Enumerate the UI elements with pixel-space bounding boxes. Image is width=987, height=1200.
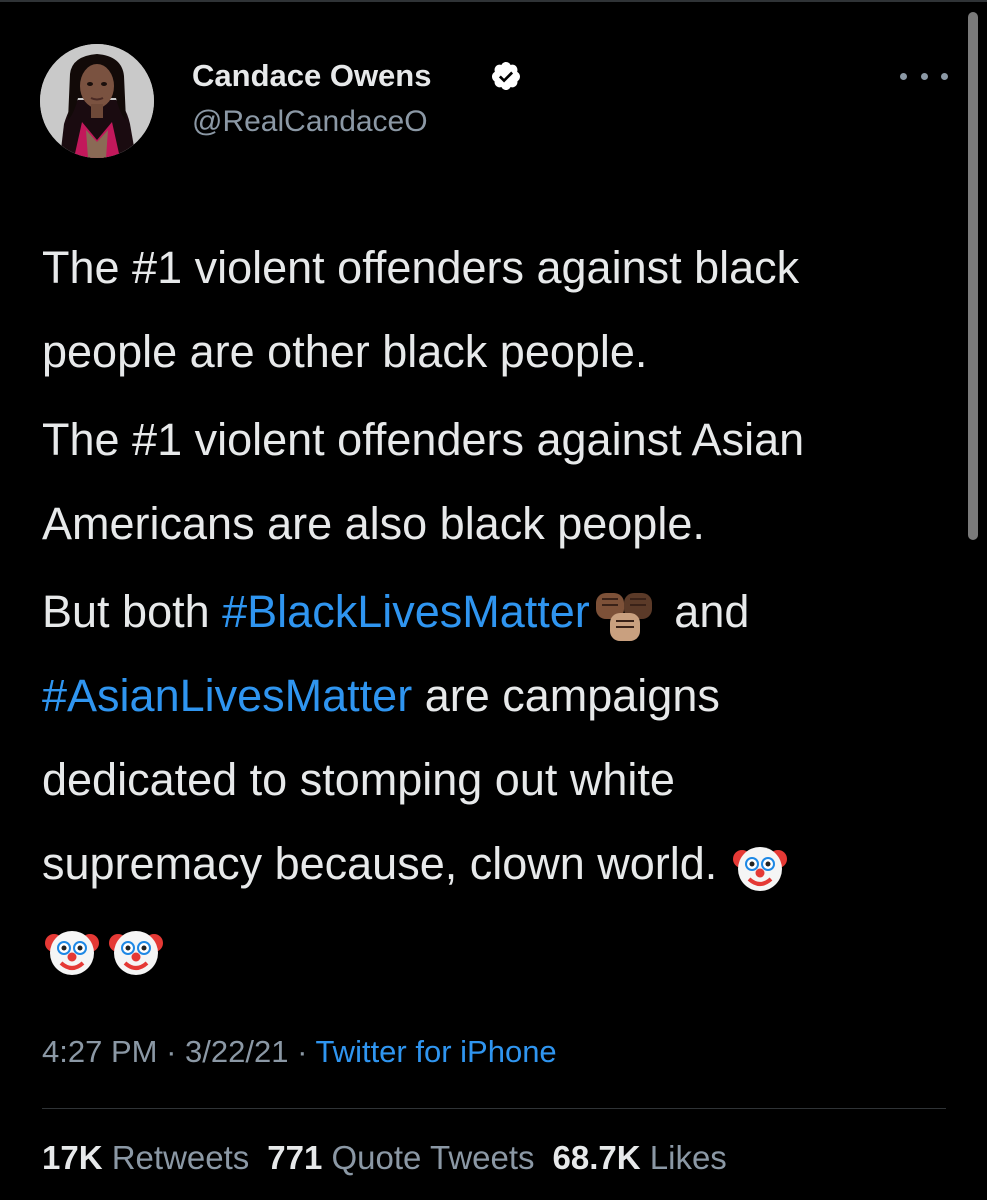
paragraph-2: The #1 violent offenders against Asian A… (42, 398, 962, 566)
user-handle[interactable]: @RealCandaceO (192, 102, 428, 142)
ellipsis-icon (900, 72, 907, 80)
clown-face-icon (45, 931, 99, 976)
more-options-button[interactable] (900, 62, 948, 90)
text-line: supremacy because, clown world. (42, 822, 962, 906)
quote-tweets-stat[interactable]: 771 Quote Tweets (267, 1139, 534, 1176)
tweet-text: The #1 violent offenders against black p… (42, 226, 962, 994)
paragraph-1: The #1 violent offenders against black p… (42, 226, 962, 394)
retweets-count: 17K (42, 1139, 103, 1176)
paragraph-3: But both #BlackLivesMatter and #AsianLiv… (42, 570, 962, 990)
clown-face-icon (109, 931, 163, 976)
tweet-meta: 4:27 PM · 3/22/21 · Twitter for iPhone (42, 1030, 557, 1074)
text-line: The #1 violent offenders against black (42, 242, 800, 293)
text-line: The #1 violent offenders against Asian (42, 414, 805, 465)
likes-count: 68.7K (552, 1139, 641, 1176)
quotes-label: Quote Tweets (331, 1139, 535, 1176)
retweets-stat[interactable]: 17K Retweets (42, 1139, 249, 1176)
tweet-date[interactable]: 3/22/21 (185, 1034, 288, 1069)
text-line: Americans are also black people. (42, 498, 705, 549)
text-segment: and (661, 586, 750, 637)
separator: · (157, 1034, 186, 1069)
text-segment: are campaigns (412, 670, 720, 721)
tweet-source-link[interactable]: Twitter for iPhone (315, 1034, 556, 1069)
text-line: dedicated to stomping out white (42, 754, 675, 805)
divider (42, 1108, 946, 1109)
tweet-time[interactable]: 4:27 PM (42, 1034, 157, 1069)
emoji-line (42, 906, 962, 990)
quotes-count: 771 (267, 1139, 323, 1176)
top-border (0, 0, 987, 2)
likes-stat[interactable]: 68.7K Likes (553, 1139, 727, 1176)
text-line: But both #BlackLivesMatter and (42, 570, 962, 654)
tweet-stats: 17K Retweets 771 Quote Tweets 68.7K Likes (42, 1136, 727, 1180)
raised-fists-icon (595, 593, 652, 642)
display-name[interactable]: Candace Owens (192, 56, 431, 96)
text-line: people are other black people. (42, 326, 648, 377)
text-line: #AsianLivesMatter are campaigns (42, 654, 962, 738)
scrollbar[interactable] (968, 12, 978, 540)
likes-label: Likes (649, 1139, 727, 1176)
avatar[interactable] (40, 44, 154, 158)
text-segment: supremacy because, clown world. (42, 838, 730, 889)
retweets-label: Retweets (111, 1139, 250, 1176)
ellipsis-icon (941, 72, 948, 80)
hashtag-link-blacklivesmatter[interactable]: #BlackLivesMatter (222, 586, 590, 637)
ellipsis-icon (920, 72, 928, 80)
text-segment: But both (42, 586, 223, 637)
separator: · (288, 1034, 316, 1069)
hashtag-link-asianlivesmatter[interactable]: #AsianLivesMatter (42, 670, 412, 721)
profile-photo-icon (40, 44, 154, 158)
clown-face-icon (732, 847, 787, 892)
verified-badge-icon (491, 62, 520, 90)
